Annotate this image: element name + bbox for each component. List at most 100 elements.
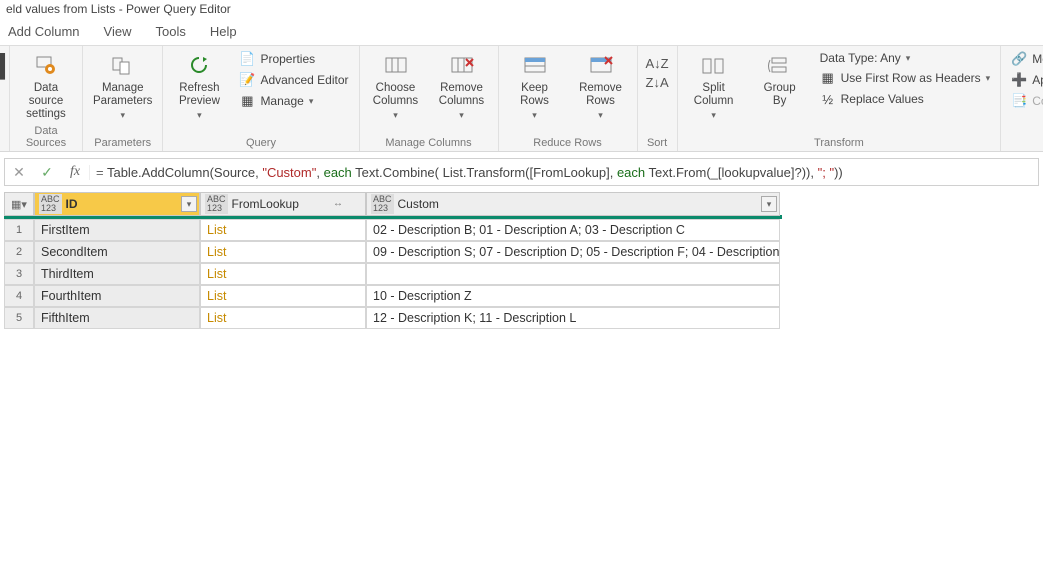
row-number: 1 [4, 219, 34, 241]
keep-rows-label: Keep Rows [520, 82, 549, 108]
split-column-label: Split Column [694, 82, 734, 108]
cell-id[interactable]: FourthItem [34, 285, 200, 307]
use-first-row-button[interactable]: ▦ Use First Row as Headers [818, 69, 993, 87]
group-stub: ▌ [0, 46, 10, 151]
manage-parameters-button[interactable]: Manage Parameters [91, 50, 154, 123]
cell-id[interactable]: SecondItem [34, 241, 200, 263]
combine-files-label: Combine Files [1032, 94, 1043, 108]
row-number: 4 [4, 285, 34, 307]
manage-label: Manage [260, 94, 303, 108]
tab-help[interactable]: Help [210, 24, 237, 39]
column-header-custom[interactable]: ABC 123 Custom ▾ [366, 192, 780, 216]
tab-tools[interactable]: Tools [156, 24, 186, 39]
data-source-settings-button[interactable]: Data source settings [18, 50, 74, 123]
group-query: Refresh Preview 📄 Properties 📝 Advanced … [163, 46, 359, 151]
cell-fromlookup[interactable]: List [200, 285, 366, 307]
group-label-query: Query [171, 135, 350, 149]
cell-custom[interactable] [366, 263, 780, 285]
refresh-icon [183, 52, 215, 80]
combine-files-button[interactable]: 📑 Combine Files [1009, 92, 1043, 110]
group-label-reduce-rows: Reduce Rows [507, 135, 629, 149]
replace-values-button[interactable]: ½ Replace Values [818, 90, 993, 108]
group-label-data-sources: Data Sources [18, 123, 74, 149]
table-row[interactable]: 1 FirstItem List 02 - Description B; 01 … [4, 219, 782, 241]
table-row[interactable]: 4 FourthItem List 10 - Description Z [4, 285, 782, 307]
cell-custom[interactable]: 12 - Description K; 11 - Description L [366, 307, 780, 329]
properties-button[interactable]: 📄 Properties [237, 50, 350, 68]
advanced-editor-label: Advanced Editor [260, 73, 348, 87]
advanced-editor-button[interactable]: 📝 Advanced Editor [237, 71, 350, 89]
column-filter-id[interactable]: ▾ [181, 196, 197, 212]
row-number: 3 [4, 263, 34, 285]
merge-queries-label: Merge Queries [1032, 52, 1043, 66]
table-row[interactable]: 3 ThirdItem List [4, 263, 782, 285]
row-number: 2 [4, 241, 34, 263]
cell-custom[interactable]: 09 - Description S; 07 - Description D; … [366, 241, 780, 263]
group-transform: Split Column Group By Data Type: Any ▦ U… [678, 46, 1002, 151]
manage-button[interactable]: ▦ Manage [237, 92, 350, 110]
expand-icon[interactable]: ↔ [333, 198, 343, 209]
cell-custom[interactable]: 02 - Description B; 01 - Description A; … [366, 219, 780, 241]
cell-id[interactable]: ThirdItem [34, 263, 200, 285]
use-first-row-label: Use First Row as Headers [841, 71, 981, 85]
group-combine: 🔗 Merge Queries ➕ Append Queries 📑 Combi… [1001, 46, 1043, 151]
merge-icon: 🔗 [1011, 51, 1027, 67]
merge-queries-button[interactable]: 🔗 Merge Queries [1009, 50, 1043, 68]
type-any-icon: ABC 123 [205, 194, 228, 214]
group-reduce-rows: Keep Rows Remove Rows Reduce Rows [499, 46, 638, 151]
split-column-button[interactable]: Split Column [686, 50, 742, 123]
choose-columns-button[interactable]: Choose Columns [368, 50, 424, 123]
group-by-icon [764, 52, 796, 80]
tab-view[interactable]: View [104, 24, 132, 39]
group-label-manage-columns: Manage Columns [368, 135, 490, 149]
cell-fromlookup[interactable]: List [200, 241, 366, 263]
sort-asc-button[interactable]: A↓Z [646, 56, 669, 71]
remove-rows-button[interactable]: Remove Rows [573, 50, 629, 123]
formula-input[interactable]: = Table.AddColumn(Source, "Custom", each… [89, 165, 1038, 180]
remove-rows-icon [585, 52, 617, 80]
group-label-parameters: Parameters [91, 135, 154, 149]
table-row[interactable]: 5 FifthItem List 12 - Description K; 11 … [4, 307, 782, 329]
properties-icon: 📄 [239, 51, 255, 67]
column-header-id-label: ID [66, 197, 78, 211]
tab-add-column[interactable]: Add Column [8, 24, 80, 39]
manage-parameters-label: Manage Parameters [93, 82, 152, 108]
keep-rows-icon [519, 52, 551, 80]
append-queries-button[interactable]: ➕ Append Queries [1009, 71, 1043, 89]
cell-fromlookup[interactable]: List [200, 307, 366, 329]
type-any-icon: ABC 123 [371, 194, 394, 214]
append-queries-label: Append Queries [1032, 73, 1043, 87]
keep-rows-button[interactable]: Keep Rows [507, 50, 563, 123]
group-label-combine: Combine [1009, 135, 1043, 149]
formula-accept-button[interactable]: ✓ [33, 164, 61, 181]
sort-desc-button[interactable]: Z↓A [646, 75, 669, 90]
properties-label: Properties [260, 52, 315, 66]
headers-icon: ▦ [820, 70, 836, 86]
refresh-preview-button[interactable]: Refresh Preview [171, 50, 227, 123]
row-number: 5 [4, 307, 34, 329]
column-header-fromlookup[interactable]: ABC 123 FromLookup ↔ [200, 192, 366, 216]
cell-custom[interactable]: 10 - Description Z [366, 285, 780, 307]
split-column-icon [698, 52, 730, 80]
group-sort: A↓Z Z↓A Sort [638, 46, 678, 151]
table-row[interactable]: 2 SecondItem List 09 - Description S; 07… [4, 241, 782, 263]
column-filter-custom[interactable]: ▾ [761, 196, 777, 212]
select-all-corner[interactable]: ▦▾ [4, 192, 34, 216]
append-icon: ➕ [1011, 72, 1027, 88]
group-manage-columns: Choose Columns Remove Columns Manage Col… [360, 46, 499, 151]
cell-fromlookup[interactable]: List [200, 263, 366, 285]
group-by-button[interactable]: Group By [752, 50, 808, 110]
remove-columns-button[interactable]: Remove Columns [434, 50, 490, 123]
remove-rows-label: Remove Rows [579, 82, 622, 108]
data-grid: ▦▾ ABC 123 ID ▾ ABC 123 FromLookup ↔ ABC… [4, 192, 782, 329]
cell-fromlookup[interactable]: List [200, 219, 366, 241]
gear-icon [30, 52, 62, 80]
formula-cancel-button[interactable]: ✕ [5, 164, 33, 181]
data-type-button[interactable]: Data Type: Any [818, 50, 993, 66]
fx-icon[interactable]: fx [61, 164, 89, 180]
replace-values-label: Replace Values [841, 92, 924, 106]
manage-icon: ▦ [239, 93, 255, 109]
cell-id[interactable]: FifthItem [34, 307, 200, 329]
column-header-id[interactable]: ABC 123 ID ▾ [34, 192, 200, 216]
cell-id[interactable]: FirstItem [34, 219, 200, 241]
